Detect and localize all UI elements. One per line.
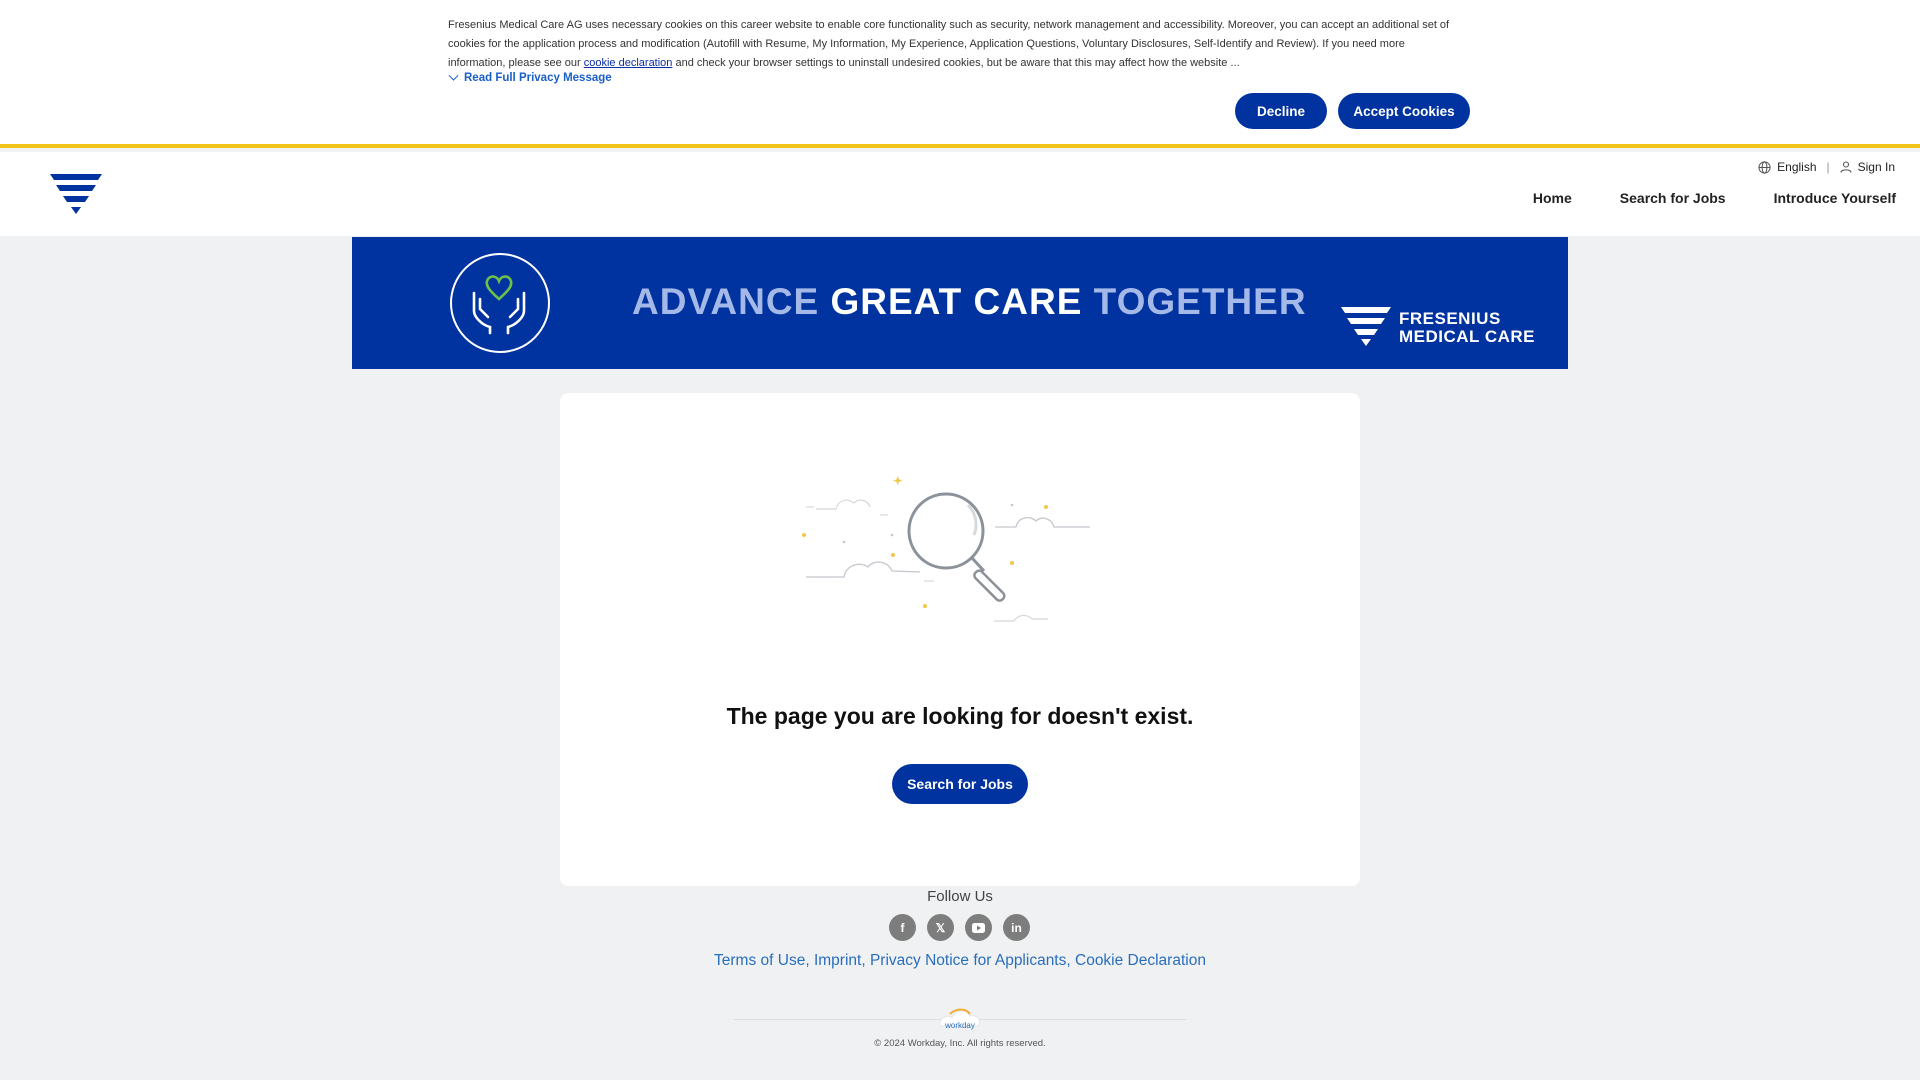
nav-introduce-yourself[interactable]: Introduce Yourself xyxy=(1774,190,1896,206)
imprint-link[interactable]: Imprint xyxy=(814,952,861,969)
care-hands-badge xyxy=(450,253,550,353)
facebook-icon[interactable]: f xyxy=(889,914,916,941)
linkedin-icon[interactable]: in xyxy=(1003,914,1030,941)
hero-banner: ADVANCE GREAT CARE TOGETHER FRESENIUS ME… xyxy=(352,237,1568,369)
divider: | xyxy=(1826,160,1830,174)
hero-title: ADVANCE GREAT CARE TOGETHER xyxy=(632,281,1307,322)
x-icon[interactable]: 𝕏 xyxy=(927,914,954,941)
search-for-jobs-button[interactable]: Search for Jobs xyxy=(892,764,1028,804)
cookie-message: Fresenius Medical Care AG uses necessary… xyxy=(448,19,1450,69)
youtube-icon[interactable] xyxy=(965,914,992,941)
cookie-banner: Fresenius Medical Care AG uses necessary… xyxy=(0,0,1920,148)
copyright-text: © 2024 Workday, Inc. All rights reserved… xyxy=(874,1038,1046,1049)
social-links: f 𝕏 in xyxy=(889,914,1030,941)
sign-in-link[interactable]: Sign In xyxy=(1840,160,1895,174)
workday-logo-icon: workday xyxy=(939,1008,981,1030)
company-logo-icon[interactable] xyxy=(48,172,104,216)
language-selector[interactable]: English xyxy=(1758,160,1817,174)
nav-search-for-jobs[interactable]: Search for Jobs xyxy=(1620,190,1726,206)
error-message: The page you are looking for doesn't exi… xyxy=(726,703,1194,729)
terms-of-use-link[interactable]: Terms of Use xyxy=(714,952,805,969)
brand-wordmark: FRESENIUS MEDICAL CARE xyxy=(1399,309,1536,346)
footer-links: Terms of Use, Imprint, Privacy Notice fo… xyxy=(714,952,1206,969)
read-full-privacy-link[interactable]: Read Full Privacy Message xyxy=(448,70,612,84)
decline-button[interactable]: Decline xyxy=(1235,93,1327,129)
site-header: English | Sign In Home Search for Jobs I… xyxy=(0,152,1920,236)
nav-home[interactable]: Home xyxy=(1533,190,1572,206)
svg-text:workday: workday xyxy=(944,1021,975,1030)
fresenius-logo-icon xyxy=(1341,307,1391,346)
main-nav: Home Search for Jobs Introduce Yourself xyxy=(1533,190,1896,206)
globe-icon xyxy=(1758,160,1771,174)
hands-heart-icon xyxy=(472,275,526,335)
utility-bar: English | Sign In xyxy=(1758,160,1895,174)
error-card: The page you are looking for doesn't exi… xyxy=(560,393,1360,886)
accept-cookies-button[interactable]: Accept Cookies xyxy=(1338,93,1470,129)
privacy-notice-link[interactable]: Privacy Notice for Applicants xyxy=(870,952,1066,969)
user-icon xyxy=(1840,161,1852,173)
cookie-declaration-link[interactable]: cookie declaration xyxy=(584,57,673,69)
chevron-down-icon xyxy=(448,70,459,81)
cookie-declaration-footer-link[interactable]: Cookie Declaration xyxy=(1075,952,1206,969)
follow-us-label: Follow Us xyxy=(927,888,993,905)
magnifier-clouds-illustration xyxy=(802,475,1090,622)
